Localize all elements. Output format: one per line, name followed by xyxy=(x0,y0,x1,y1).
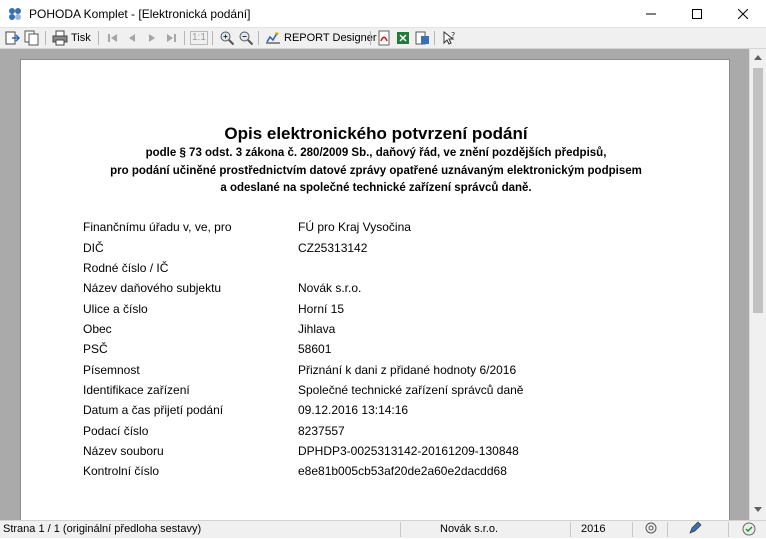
status-bar: Strana 1 / 1 (originální předloha sestav… xyxy=(0,520,766,538)
field-value: Společné technické zařízení správců daně xyxy=(298,383,524,397)
next-page-icon xyxy=(149,34,155,42)
scroll-down-icon[interactable] xyxy=(754,507,762,513)
field-value: DPHDP3-0025313142-20161209-130848 xyxy=(298,444,519,458)
scroll-up-icon[interactable] xyxy=(754,54,762,60)
field-value: Jihlava xyxy=(298,322,336,336)
field-label: Ulice a číslo xyxy=(83,302,148,316)
report-page: Opis elektronického potvrzení podání pod… xyxy=(20,59,730,520)
field-label: PSČ xyxy=(83,342,108,356)
preview-area: Opis elektronického potvrzení podání pod… xyxy=(0,49,749,520)
copy-button[interactable] xyxy=(24,30,40,46)
export-document-button[interactable] xyxy=(414,30,430,46)
printer-icon xyxy=(52,30,68,46)
field-label: Obec xyxy=(83,322,112,336)
export-button[interactable] xyxy=(4,30,20,46)
field-value: FÚ pro Kraj Vysočina xyxy=(298,220,411,234)
first-page-button[interactable] xyxy=(106,30,120,46)
zoom-in-button[interactable] xyxy=(219,30,235,46)
status-check-icon xyxy=(742,522,756,539)
field-label: Písemnost xyxy=(83,363,140,377)
field-label: DIČ xyxy=(83,241,104,255)
field-value: Horní 15 xyxy=(298,302,345,316)
accounting-year: 2016 xyxy=(581,523,606,535)
maximize-button[interactable] xyxy=(674,0,720,28)
field-value: 8237557 xyxy=(298,424,345,438)
pohoda-logo-icon xyxy=(9,8,21,20)
export-icon xyxy=(5,31,20,45)
report-designer-label: REPORT Designer xyxy=(284,32,377,44)
svg-text:?: ? xyxy=(451,31,455,40)
document-export-icon xyxy=(415,31,429,45)
document-subtitle-line-2: pro podání učiněné prostřednictvím datov… xyxy=(110,165,642,177)
company-name: Novák s.r.o. xyxy=(440,523,499,535)
field-label: Finančnímu úřadu v, ve, pro xyxy=(83,220,232,234)
edit-pen-icon xyxy=(688,521,702,538)
previous-page-icon xyxy=(129,34,135,42)
previous-page-button[interactable] xyxy=(125,30,139,46)
first-page-icon xyxy=(108,34,117,42)
export-pdf-button[interactable] xyxy=(376,30,392,46)
next-page-button[interactable] xyxy=(145,30,159,46)
close-icon xyxy=(738,9,748,19)
copy-pages-icon xyxy=(24,30,39,46)
field-label: Identifikace zařízení xyxy=(83,383,190,397)
zoom-actual-size-label: 1:1 xyxy=(190,31,208,45)
last-page-button[interactable] xyxy=(164,30,178,46)
help-button[interactable]: ? xyxy=(441,30,457,46)
vertical-scrollbar[interactable] xyxy=(749,49,766,520)
excel-icon xyxy=(397,32,409,44)
report-designer-icon xyxy=(266,32,280,44)
field-label: Podací číslo xyxy=(83,424,149,438)
minimize-icon xyxy=(646,13,656,15)
help-pointer-icon: ? xyxy=(443,30,455,45)
email-icon xyxy=(645,522,657,537)
field-label: Název daňového subjektu xyxy=(83,281,222,295)
document-subtitle-line-1: podle § 73 odst. 3 zákona č. 280/2009 Sb… xyxy=(145,147,607,159)
print-button[interactable]: Tisk xyxy=(52,30,91,46)
zoom-out-button[interactable] xyxy=(238,30,254,46)
field-value: e8e81b005cb53af20de2a60e2dacdd68 xyxy=(298,464,507,478)
field-label: Název souboru xyxy=(83,444,164,458)
page-info: Strana 1 / 1 (originální předloha sestav… xyxy=(3,523,202,535)
report-designer-button[interactable]: REPORT Designer xyxy=(265,30,377,46)
field-value: 09.12.2016 13:14:16 xyxy=(298,403,409,417)
zoom-actual-size-button[interactable]: 1:1 xyxy=(190,30,208,46)
field-value: Přiznání k dani z přidané hodnoty 6/2016 xyxy=(298,363,517,377)
document-subtitle-line-3: a odeslané na společné technické zařízen… xyxy=(220,182,532,194)
print-label: Tisk xyxy=(71,32,91,44)
close-button[interactable] xyxy=(720,0,766,28)
pdf-icon xyxy=(378,30,390,46)
maximize-icon xyxy=(692,9,702,19)
field-value: CZ25313142 xyxy=(298,241,368,255)
document-title: Opis elektronického potvrzení podání xyxy=(224,124,528,143)
field-label: Rodné číslo / IČ xyxy=(83,261,169,275)
zoom-out-icon xyxy=(239,31,254,46)
field-value: Novák s.r.o. xyxy=(298,281,362,295)
toolbar: Tisk 1:1 REPORT Designer ? xyxy=(0,28,766,49)
field-label: Kontrolní číslo xyxy=(83,464,160,478)
last-page-icon xyxy=(167,34,176,42)
minimize-button[interactable] xyxy=(628,0,674,28)
title-bar: POHODA Komplet - [Elektronická podání] xyxy=(0,0,766,28)
field-label: Datum a čas přijetí podání xyxy=(83,403,224,417)
window-title: POHODA Komplet - [Elektronická podání] xyxy=(29,7,251,21)
scrollbar-thumb[interactable] xyxy=(753,68,763,313)
export-excel-button[interactable] xyxy=(395,30,411,46)
zoom-in-icon xyxy=(220,31,235,46)
field-value: 58601 xyxy=(298,342,332,356)
